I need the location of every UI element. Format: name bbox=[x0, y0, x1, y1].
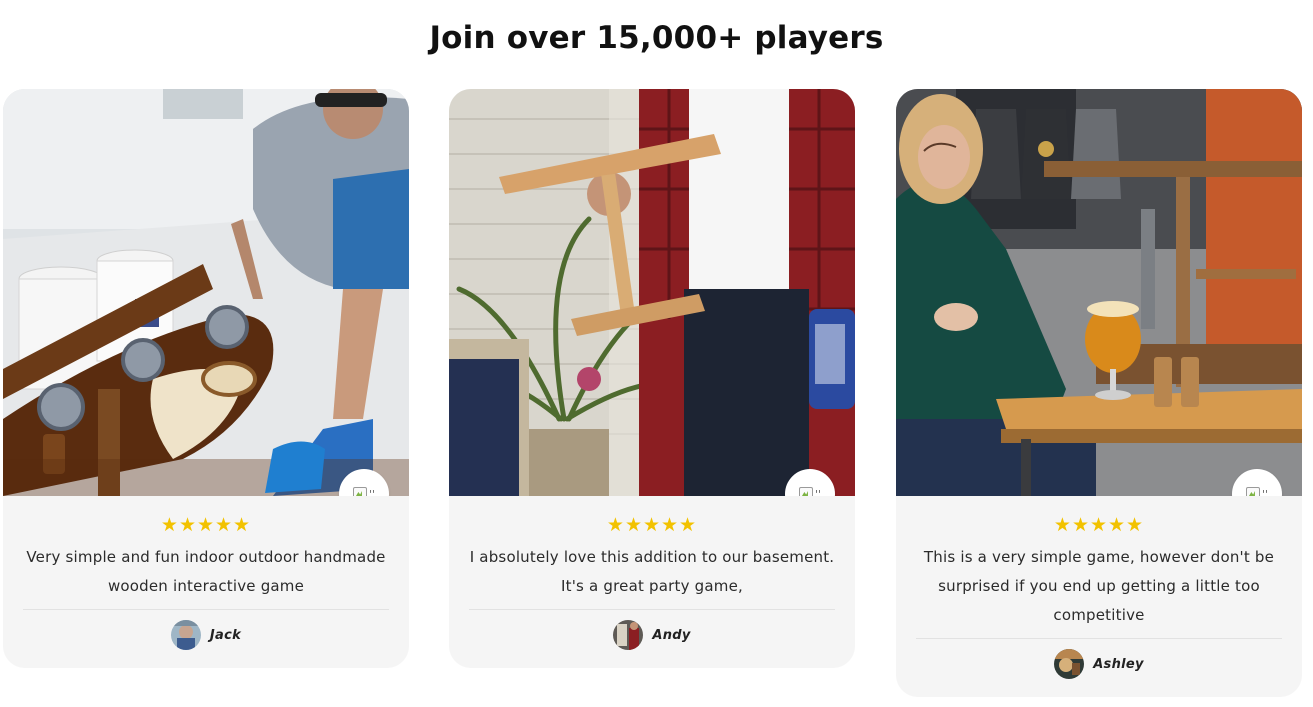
author-name: Ashley bbox=[1093, 656, 1144, 672]
review-text: Very simple and fun indoor outdoor handm… bbox=[26, 548, 386, 595]
author-avatar bbox=[613, 620, 644, 650]
broken-image-icon bbox=[352, 487, 367, 496]
divider bbox=[469, 609, 835, 610]
review-card: '' ★★★★★ This is a very simple game, how… bbox=[896, 89, 1302, 697]
review-author: Jack bbox=[3, 620, 409, 650]
review-photo[interactable]: '' bbox=[449, 89, 855, 496]
rating-stars: ★★★★★ bbox=[1053, 514, 1145, 536]
badge-text: '' bbox=[368, 487, 376, 497]
divider bbox=[916, 638, 1282, 639]
rating-stars: ★★★★★ bbox=[160, 514, 252, 536]
review-photo[interactable]: '' bbox=[896, 89, 1302, 496]
badge-text: '' bbox=[814, 487, 822, 497]
section-title: Join over 15,000+ players bbox=[429, 20, 884, 56]
review-text: This is a very simple game, however don'… bbox=[923, 548, 1275, 624]
review-author: Andy bbox=[449, 620, 855, 650]
review-card: '' ★★★★★ Very simple and fun indoor outd… bbox=[3, 89, 409, 668]
divider bbox=[23, 609, 389, 610]
author-avatar bbox=[1054, 649, 1085, 679]
review-text: I absolutely love this addition to our b… bbox=[469, 548, 835, 595]
author-name: Jack bbox=[209, 627, 242, 643]
review-card: '' ★★★★★ I absolutely love this addition… bbox=[449, 89, 855, 668]
author-avatar bbox=[170, 620, 201, 650]
broken-image-icon bbox=[1245, 487, 1260, 496]
broken-image-icon bbox=[798, 487, 813, 496]
author-name: Andy bbox=[652, 627, 691, 643]
rating-stars: ★★★★★ bbox=[606, 514, 698, 536]
review-author: Ashley bbox=[896, 649, 1302, 679]
review-photo[interactable]: '' bbox=[3, 89, 409, 496]
badge-text: '' bbox=[1261, 487, 1269, 497]
